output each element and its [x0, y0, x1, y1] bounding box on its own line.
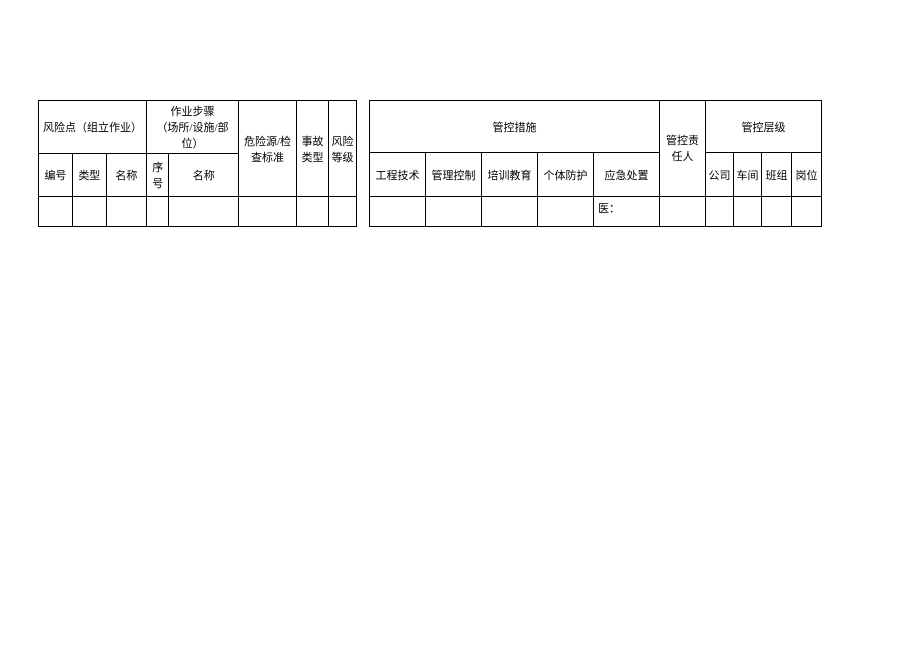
- hdr-measures: 管控措施: [370, 101, 660, 153]
- table-cell: [147, 197, 169, 227]
- left-table: 风险点（组立作业） 作业步骤 （场所/设施/部位） 危险源/检查标准 事故类型 …: [38, 100, 357, 227]
- sub-m2: 管理控制: [426, 153, 482, 196]
- right-table: 管控措施 管控责任人 管控层级 工程技术 管理控制 培训教育 个体防护 应急处置…: [369, 100, 822, 227]
- table-cell: [39, 197, 73, 227]
- table-cell: [72, 197, 106, 227]
- hdr-risk-level: 风险等级: [329, 101, 357, 197]
- table-cell: [169, 197, 239, 227]
- table-container: 风险点（组立作业） 作业步骤 （场所/设施/部位） 危险源/检查标准 事故类型 …: [38, 100, 822, 227]
- table-cell: [297, 197, 329, 227]
- sub-l3: 班组: [762, 153, 792, 196]
- sub-type: 类型: [72, 154, 106, 197]
- cell-note: 医：: [594, 196, 660, 226]
- hdr-risk-point: 风险点（组立作业）: [39, 101, 147, 154]
- table-cell: [370, 196, 426, 226]
- table-cell: [660, 196, 706, 226]
- table-cell: [538, 196, 594, 226]
- sub-name2: 名称: [169, 154, 239, 197]
- table-cell: [482, 196, 538, 226]
- table-cell: [734, 196, 762, 226]
- sub-id: 编号: [39, 154, 73, 197]
- hdr-acc-type: 事故类型: [297, 101, 329, 197]
- table-cell: [106, 197, 146, 227]
- table-cell: [329, 197, 357, 227]
- sub-l2: 车间: [734, 153, 762, 196]
- table-cell: [762, 196, 792, 226]
- sub-l4: 岗位: [792, 153, 822, 196]
- hdr-resp-person: 管控责任人: [660, 101, 706, 197]
- table-cell: [706, 196, 734, 226]
- sub-m1: 工程技术: [370, 153, 426, 196]
- sub-name1: 名称: [106, 154, 146, 197]
- table-cell: [239, 197, 297, 227]
- table-cell: [426, 196, 482, 226]
- sub-seq: 序号: [147, 154, 169, 197]
- sub-m4: 个体防护: [538, 153, 594, 196]
- hdr-step: 作业步骤 （场所/设施/部位）: [147, 101, 239, 154]
- table-cell: [792, 196, 822, 226]
- sub-m5: 应急处置: [594, 153, 660, 196]
- hdr-level: 管控层级: [706, 101, 822, 153]
- sub-m3: 培训教育: [482, 153, 538, 196]
- sub-l1: 公司: [706, 153, 734, 196]
- hdr-hazard: 危险源/检查标准: [239, 101, 297, 197]
